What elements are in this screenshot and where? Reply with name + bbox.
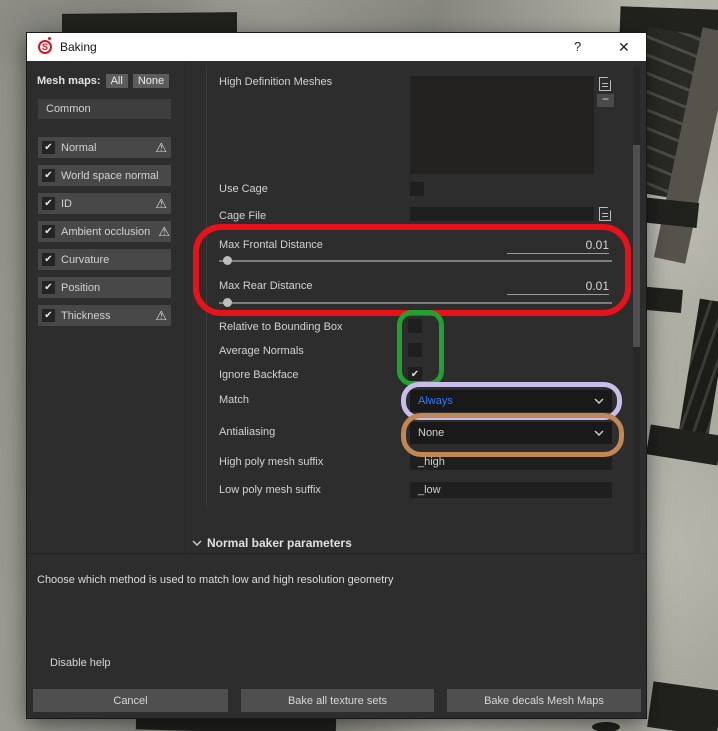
ignore-backface-checkbox[interactable]: ✔ (408, 367, 422, 381)
relative-to-bounding-box-label: Relative to Bounding Box (219, 321, 343, 333)
checkbox-checked-icon[interactable]: ✔ (42, 225, 55, 238)
max-frontal-distance-slider[interactable] (219, 260, 612, 262)
checkbox-checked-icon[interactable]: ✔ (42, 253, 55, 266)
bake-decals-mesh-maps-button[interactable]: Bake decals Mesh Maps (447, 689, 641, 712)
select-none-button[interactable]: None (132, 74, 170, 88)
titlebar-help-button[interactable]: ? (574, 39, 581, 54)
scrollbar[interactable] (633, 66, 640, 553)
bg-rock-bottom (592, 722, 620, 731)
low-poly-suffix-label: Low poly mesh suffix (219, 484, 321, 496)
high-poly-suffix-input[interactable]: _high (410, 454, 612, 470)
value-underline (507, 253, 609, 254)
select-all-button[interactable]: All (105, 74, 128, 88)
max-rear-distance-value[interactable]: 0.01 (507, 279, 609, 293)
mesh-maps-bar: Mesh maps: All None (37, 74, 170, 88)
sidebar-item-curvature[interactable]: ✔ Curvature (38, 249, 171, 270)
checkbox-checked-icon[interactable]: ✔ (42, 197, 55, 210)
checkbox-checked-icon[interactable]: ✔ (42, 281, 55, 294)
high-poly-suffix-label: High poly mesh suffix (219, 456, 324, 468)
bg-window-bottom-right (647, 681, 718, 731)
dialog-titlebar[interactable]: S Baking ? ✕ (27, 33, 646, 61)
antialiasing-dropdown[interactable]: None (410, 422, 612, 444)
sidebar-item-ambient-occlusion[interactable]: ✔ Ambient occlusion ⚠ (38, 221, 171, 242)
file-browse-icon[interactable] (599, 77, 611, 91)
scrollbar-thumb[interactable] (633, 145, 640, 347)
antialiasing-dropdown-value: None (418, 427, 445, 439)
match-dropdown-value: Always (418, 395, 453, 407)
baking-dialog: S Baking ? ✕ Mesh maps: All None Common … (27, 33, 646, 718)
disable-help-link[interactable]: Disable help (50, 657, 111, 669)
warning-icon: ⚠ (155, 307, 167, 323)
average-normals-label: Average Normals (219, 345, 304, 357)
section-indent-line (206, 66, 207, 507)
cage-file-input[interactable] (410, 207, 594, 221)
sidebar-item-world-space-normal[interactable]: ✔ World space normal (38, 165, 171, 186)
section-collapse-icon[interactable] (192, 540, 202, 546)
warning-icon: ⚠ (155, 195, 167, 211)
slider-handle[interactable] (223, 298, 232, 307)
max-frontal-distance-value[interactable]: 0.01 (507, 238, 609, 252)
ignore-backface-label: Ignore Backface (219, 369, 299, 381)
antialiasing-label: Antialiasing (219, 426, 276, 438)
bake-all-texture-sets-button[interactable]: Bake all texture sets (241, 689, 434, 712)
low-poly-suffix-input[interactable]: _low (410, 482, 612, 498)
sidebar-item-id[interactable]: ✔ ID ⚠ (38, 193, 171, 214)
chevron-down-icon (594, 398, 604, 404)
match-label: Match (219, 394, 249, 406)
cancel-button[interactable]: Cancel (33, 689, 228, 712)
checkbox-checked-icon[interactable]: ✔ (42, 141, 55, 154)
max-rear-distance-label: Max Rear Distance (219, 280, 313, 292)
panel-separator (185, 61, 186, 553)
file-browse-icon[interactable] (599, 207, 611, 221)
substance-painter-viewport: S Baking ? ✕ Mesh maps: All None Common … (0, 0, 718, 731)
chevron-down-icon (594, 430, 604, 436)
use-cage-checkbox[interactable] (410, 182, 424, 196)
remove-mesh-button[interactable]: − (597, 93, 614, 107)
mesh-maps-label: Mesh maps: (37, 75, 101, 87)
max-rear-distance-slider[interactable] (219, 302, 612, 304)
value-underline (507, 294, 609, 295)
slider-handle[interactable] (223, 256, 232, 265)
sidebar-item-thickness[interactable]: ✔ Thickness ⚠ (38, 305, 171, 326)
warning-icon: ⚠ (158, 223, 170, 239)
relative-to-bounding-box-checkbox[interactable] (408, 319, 422, 333)
high-definition-meshes-list[interactable] (410, 76, 594, 174)
high-definition-meshes-label: High Definition Meshes (219, 76, 333, 88)
sidebar-item-position[interactable]: ✔ Position (38, 277, 171, 298)
checkbox-checked-icon[interactable]: ✔ (42, 309, 55, 322)
match-dropdown[interactable]: Always (410, 390, 612, 412)
warning-icon: ⚠ (155, 139, 167, 155)
sidebar-item-common[interactable]: Common (38, 99, 171, 119)
cage-file-label: Cage File (219, 210, 267, 222)
normal-baker-parameters-header[interactable]: Normal baker parameters (207, 536, 352, 550)
sidebar-item-normal[interactable]: ✔ Normal ⚠ (38, 137, 171, 158)
use-cage-label: Use Cage (219, 183, 268, 195)
substance-logo-icon: S (38, 37, 52, 54)
help-text: Choose which method is used to match low… (37, 574, 394, 586)
checkbox-checked-icon[interactable]: ✔ (42, 169, 55, 182)
max-frontal-distance-label: Max Frontal Distance (219, 239, 323, 251)
titlebar-close-button[interactable]: ✕ (618, 39, 630, 56)
average-normals-checkbox[interactable] (408, 343, 422, 357)
content-divider (27, 553, 646, 554)
dialog-title: Baking (60, 40, 97, 54)
